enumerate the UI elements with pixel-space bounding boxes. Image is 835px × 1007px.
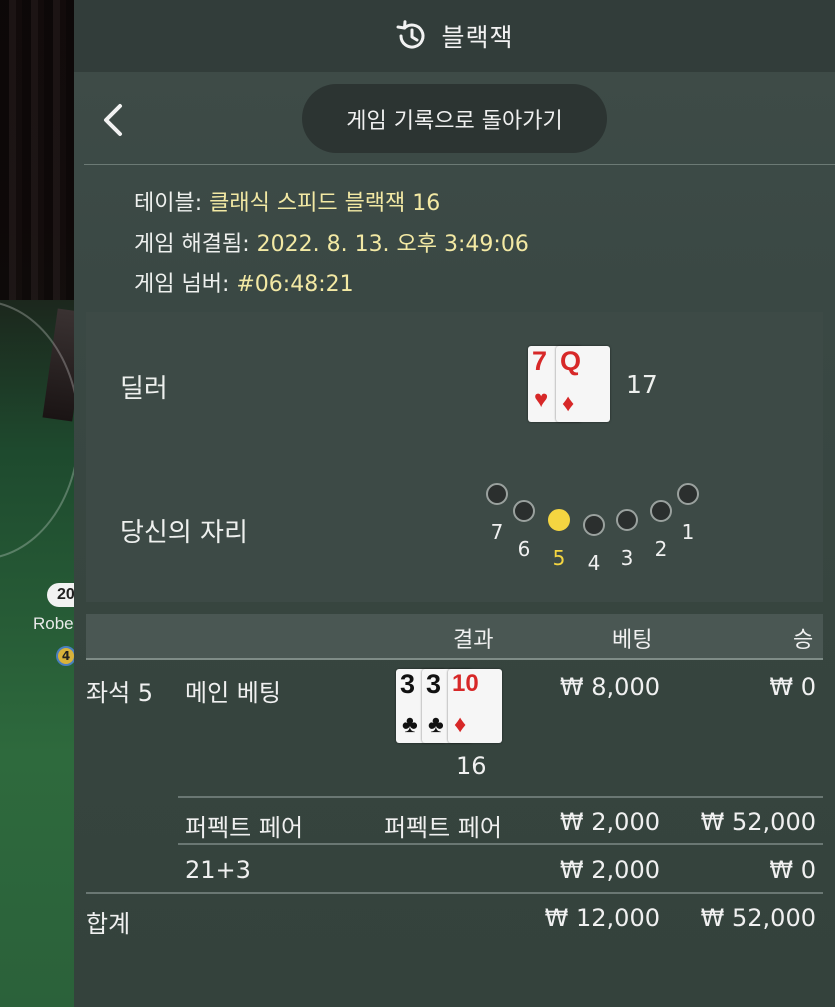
history-panel: 블랙잭 게임 기록으로 돌아가기 테이블: 클래식 스피드 블랙잭 16 게임 …	[74, 0, 835, 1007]
history-icon	[396, 20, 425, 49]
win-column-header: 승	[793, 628, 814, 653]
card-rank: Q	[560, 346, 582, 376]
seat-6-number: 6	[517, 537, 531, 561]
divider	[84, 164, 835, 165]
table-info-label: 테이블:	[134, 191, 210, 216]
results-table-header: 결과 베팅 승	[86, 614, 823, 660]
player-name: Robe	[33, 614, 74, 633]
game-number-row: 게임 넘버: #06:48:21	[134, 266, 354, 298]
main-bet-label: 메인 베팅	[185, 679, 281, 707]
chevron-left-icon[interactable]	[98, 102, 128, 138]
card-rank: 7	[532, 346, 548, 376]
seat-3-number: 3	[620, 546, 634, 570]
player-level-badge: 4	[56, 646, 76, 666]
page-title: 블랙잭	[441, 23, 514, 52]
card-rank: 3	[400, 669, 416, 699]
your-seat-label: 당신의 자리	[120, 518, 248, 548]
back-to-history-label: 게임 기록으로 돌아가기	[346, 108, 563, 134]
player-hand-total: 16	[456, 752, 487, 780]
total-label: 합계	[86, 910, 131, 938]
bet-column-header: 베팅	[612, 628, 653, 653]
card-suit: ♦	[454, 711, 467, 738]
card-suit: ♣	[428, 711, 444, 738]
twentyone-three-win: ₩ 0	[769, 856, 816, 884]
twentyone-three-bet: ₩ 2,000	[559, 856, 660, 884]
card-rank: 3	[426, 669, 442, 699]
dealer-card: Q ♦	[556, 346, 610, 422]
row-divider	[178, 796, 823, 798]
player-card: 10 ♦	[448, 669, 502, 743]
card-suit: ♣	[402, 711, 418, 738]
seat-6-dot	[513, 500, 535, 522]
dealer-seat-box: 딜러 7 ♥ Q ♦ 17 당신의 자리 7 6 5 4 3 2 1	[86, 312, 823, 602]
card-suit: ♦	[562, 390, 575, 417]
perfect-pair-bet: ₩ 2,000	[559, 808, 660, 836]
game-number-value: #06:48:21	[236, 272, 354, 297]
seat-2-dot	[650, 500, 672, 522]
seat-5-dot-selected	[548, 509, 570, 531]
resolved-info-row: 게임 해결됨: 2022. 8. 13. 오후 3:49:06	[134, 226, 529, 258]
back-to-history-button[interactable]: 게임 기록으로 돌아가기	[302, 84, 607, 153]
main-bet-amount: ₩ 8,000	[559, 673, 660, 701]
perfect-pair-label: 퍼펙트 페어	[185, 814, 304, 842]
seat-7-dot	[486, 483, 508, 505]
seat-1-dot	[677, 483, 699, 505]
total-win-amount: ₩ 52,000	[700, 904, 816, 932]
card-suit: ♥	[534, 386, 549, 413]
seat-3-dot	[616, 509, 638, 531]
seat-4-number: 4	[587, 551, 601, 575]
perfect-pair-win: ₩ 52,000	[700, 808, 816, 836]
seat-2-number: 2	[654, 537, 668, 561]
table-info-row: 테이블: 클래식 스피드 블랙잭 16	[134, 185, 440, 217]
card-rank: 10	[452, 670, 479, 697]
resolved-info-label: 게임 해결됨:	[134, 232, 257, 257]
total-bet-amount: ₩ 12,000	[544, 904, 660, 932]
resolved-info-value: 2022. 8. 13. 오후 3:49:06	[256, 232, 529, 257]
seat-4-dot	[583, 514, 605, 536]
curtain-decoration	[0, 0, 74, 300]
row-divider	[178, 843, 823, 845]
seat-cell: 좌석 5	[86, 679, 154, 707]
perfect-pair-result: 퍼펙트 페어	[383, 814, 502, 842]
twentyone-three-label: 21+3	[185, 856, 251, 884]
seat-5-number: 5	[552, 546, 566, 570]
panel-header: 블랙잭	[74, 0, 835, 72]
dealer-label: 딜러	[120, 374, 168, 404]
seat-1-number: 1	[681, 520, 695, 544]
game-number-label: 게임 넘버:	[134, 272, 237, 297]
total-divider	[86, 892, 823, 894]
main-win-amount: ₩ 0	[769, 673, 816, 701]
table-info-value: 클래식 스피드 블랙잭 16	[209, 191, 441, 216]
seat-7-number: 7	[490, 520, 504, 544]
game-background	[0, 0, 74, 1007]
result-column-header: 결과	[453, 628, 494, 653]
dealer-total: 17	[626, 370, 658, 399]
